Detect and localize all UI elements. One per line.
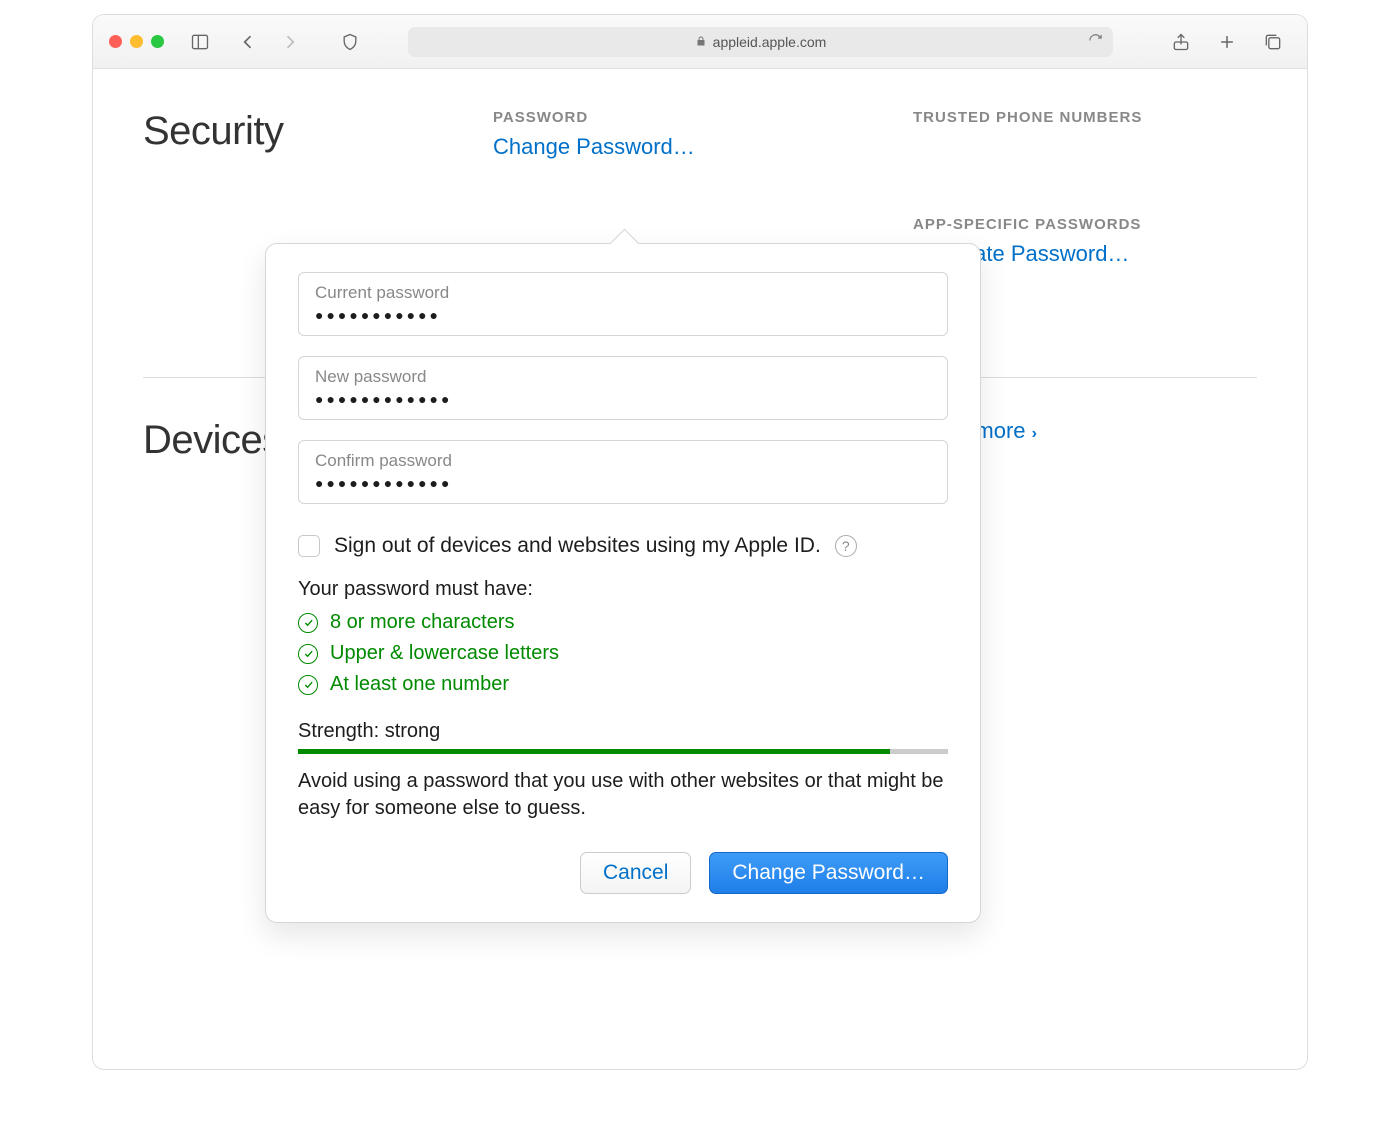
confirm-password-value: ●●●●●●●●●●●● bbox=[315, 475, 931, 491]
check-icon bbox=[298, 613, 318, 633]
share-icon[interactable] bbox=[1167, 28, 1195, 56]
requirement-case: Upper & lowercase letters bbox=[298, 642, 948, 665]
new-tab-icon[interactable] bbox=[1213, 28, 1241, 56]
sidebar-toggle-icon[interactable] bbox=[186, 28, 214, 56]
help-icon[interactable]: ? bbox=[835, 535, 857, 557]
page-content: Security PASSWORD Change Password… TRUST… bbox=[93, 69, 1307, 1069]
window-controls bbox=[109, 35, 164, 48]
url-text: appleid.apple.com bbox=[713, 34, 827, 50]
new-password-value: ●●●●●●●●●●●● bbox=[315, 391, 931, 407]
minimize-window-button[interactable] bbox=[130, 35, 143, 48]
chevron-right-icon: › bbox=[1032, 425, 1037, 442]
strength-meter-fill bbox=[298, 749, 890, 754]
forward-icon[interactable] bbox=[276, 28, 304, 56]
requirement-number-text: At least one number bbox=[330, 673, 509, 696]
app-specific-label: APP-SPECIFIC PASSWORDS bbox=[913, 216, 1257, 233]
requirement-length-text: 8 or more characters bbox=[330, 611, 515, 634]
shield-icon[interactable] bbox=[336, 28, 364, 56]
confirm-password-label: Confirm password bbox=[315, 451, 931, 471]
new-password-field[interactable]: New password ●●●●●●●●●●●● bbox=[298, 356, 948, 420]
strength-label: Strength: strong bbox=[298, 720, 948, 743]
strength-meter bbox=[298, 749, 948, 754]
requirement-case-text: Upper & lowercase letters bbox=[330, 642, 559, 665]
check-icon bbox=[298, 675, 318, 695]
close-window-button[interactable] bbox=[109, 35, 122, 48]
tabs-overview-icon[interactable] bbox=[1259, 28, 1287, 56]
password-advice: Avoid using a password that you use with… bbox=[298, 768, 948, 822]
trusted-phone-label: TRUSTED PHONE NUMBERS bbox=[913, 109, 1257, 126]
signout-label: Sign out of devices and websites using m… bbox=[334, 534, 821, 558]
confirm-password-field[interactable]: Confirm password ●●●●●●●●●●●● bbox=[298, 440, 948, 504]
requirement-length: 8 or more characters bbox=[298, 611, 948, 634]
safari-window: appleid.apple.com Security PASSWORD bbox=[92, 14, 1308, 1070]
current-password-value: ●●●●●●●●●●● bbox=[315, 307, 931, 323]
change-password-link[interactable]: Change Password… bbox=[493, 134, 695, 160]
change-password-popover: Current password ●●●●●●●●●●● New passwor… bbox=[265, 243, 981, 923]
back-icon[interactable] bbox=[234, 28, 262, 56]
address-bar[interactable]: appleid.apple.com bbox=[408, 27, 1113, 57]
signout-checkbox[interactable] bbox=[298, 535, 320, 557]
requirement-number: At least one number bbox=[298, 673, 948, 696]
browser-toolbar: appleid.apple.com bbox=[93, 15, 1307, 69]
maximize-window-button[interactable] bbox=[151, 35, 164, 48]
security-heading: Security bbox=[143, 109, 493, 154]
password-section-label: PASSWORD bbox=[493, 109, 913, 126]
current-password-label: Current password bbox=[315, 283, 931, 303]
new-password-label: New password bbox=[315, 367, 931, 387]
change-password-button[interactable]: Change Password… bbox=[709, 852, 948, 894]
lock-icon bbox=[695, 34, 707, 50]
current-password-field[interactable]: Current password ●●●●●●●●●●● bbox=[298, 272, 948, 336]
cancel-button[interactable]: Cancel bbox=[580, 852, 691, 894]
requirements-title: Your password must have: bbox=[298, 578, 948, 601]
check-icon bbox=[298, 644, 318, 664]
reload-icon[interactable] bbox=[1088, 33, 1103, 51]
